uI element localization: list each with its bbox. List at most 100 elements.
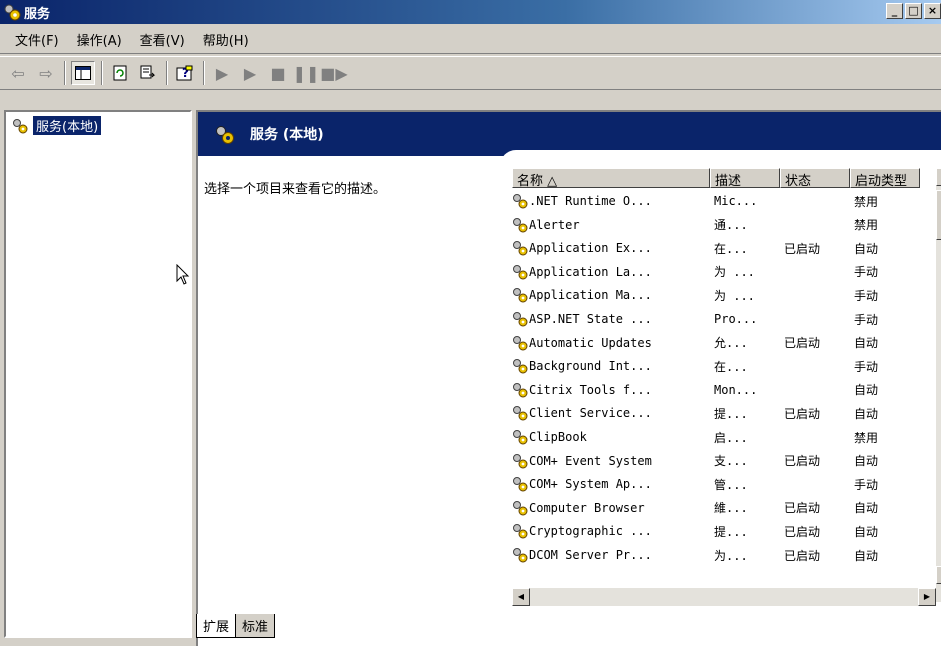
cell-startup-type: 自动: [854, 454, 879, 469]
service-name: Automatic Updates: [529, 335, 652, 350]
help-icon[interactable]: ?: [173, 61, 197, 85]
cell-name: Application La...: [512, 264, 710, 280]
table-row[interactable]: Client Service... 提... 已启动 自动: [512, 402, 910, 424]
table-row[interactable]: Background Int... 在... 手动: [512, 355, 910, 377]
show-tree-icon[interactable]: [71, 61, 95, 85]
column-header-status[interactable]: 状态: [780, 168, 850, 188]
cell-name: Computer Browser: [512, 500, 710, 516]
cell-description: 提...: [714, 524, 748, 539]
table-row[interactable]: Application Ex... 在... 已启动 自动: [512, 237, 910, 259]
cell-name: Cryptographic ...: [512, 523, 710, 539]
cell-description: 提...: [714, 406, 748, 421]
toolbar-separator: [166, 61, 168, 85]
menu-help[interactable]: 帮助(H): [194, 28, 258, 51]
stop-icon[interactable]: ■: [266, 61, 290, 85]
service-name: ClipBook: [529, 430, 587, 444]
cell-startup-type: 自动: [854, 501, 879, 516]
cell-status: 已启动: [784, 454, 821, 469]
cell-description: 为...: [714, 548, 748, 563]
table-row[interactable]: COM+ System Ap... 管... 手动: [512, 473, 910, 495]
services-list: 名称 △ 描述 状态 启动类型 .NET Runtime O... Mic... 禁…: [512, 168, 941, 618]
cell-name: .NET Runtime O...: [512, 193, 710, 209]
table-row[interactable]: ASP.NET State ... Pro... 手动: [512, 308, 910, 330]
maximize-button[interactable]: □: [905, 3, 922, 19]
scroll-right-button[interactable]: ▶: [918, 588, 936, 606]
view-tabs: 扩展 标准: [196, 614, 276, 638]
service-name: Application La...: [529, 264, 652, 279]
cell-description: 管...: [714, 477, 748, 492]
service-gear-icon: [513, 430, 528, 445]
service-gear-icon: [513, 500, 528, 516]
table-row[interactable]: .NET Runtime O... Mic... 禁用: [512, 190, 910, 212]
column-header-name[interactable]: 名称 △: [512, 168, 710, 188]
start-icon[interactable]: ▶: [210, 61, 234, 85]
menu-file[interactable]: 文件(F): [6, 28, 68, 51]
column-header-description[interactable]: 描述: [710, 168, 780, 188]
service-name: DCOM Server Pr...: [529, 548, 652, 562]
cell-description: 支...: [714, 454, 748, 469]
minimize-button[interactable]: _: [886, 3, 903, 19]
menu-view[interactable]: 查看(V): [131, 28, 194, 51]
cell-description: 在...: [714, 359, 748, 374]
window-title: 服务: [24, 7, 51, 22]
vertical-scrollbar[interactable]: ▲ ▼: [936, 168, 941, 602]
scroll-left-button[interactable]: ◀: [512, 588, 530, 606]
cell-description: 为 ...: [714, 288, 755, 303]
tab-standard[interactable]: 标准: [235, 614, 276, 638]
cell-status: 已启动: [784, 501, 821, 516]
close-button[interactable]: ×: [924, 3, 941, 19]
service-name: Citrix Tools f...: [529, 382, 652, 397]
back-icon[interactable]: ⇦: [6, 61, 30, 85]
menu-action[interactable]: 操作(A): [68, 28, 131, 51]
refresh-icon[interactable]: [108, 61, 132, 85]
table-row[interactable]: Computer Browser 維... 已启动 自动: [512, 497, 910, 519]
cell-name: Application Ma...: [512, 287, 710, 303]
cell-name: Application Ex...: [512, 240, 710, 256]
services-gear-icon: [13, 118, 28, 133]
cell-name: COM+ Event System: [512, 453, 710, 469]
service-gear-icon: [513, 241, 528, 256]
service-name: Cryptographic ...: [529, 524, 652, 539]
service-gear-icon: [513, 524, 528, 539]
cell-startup-type: 自动: [854, 548, 879, 563]
pause-icon[interactable]: ❚❚: [293, 61, 320, 85]
tree-pane[interactable]: 服务(本地): [4, 110, 192, 638]
cell-status: 已启动: [784, 241, 821, 256]
cell-status: 已启动: [784, 406, 821, 421]
horizontal-scrollbar[interactable]: ◀ ▶: [512, 588, 936, 606]
cell-description: 在...: [714, 241, 748, 256]
table-row[interactable]: ClipBook 启... 禁用: [512, 426, 910, 448]
scroll-thumb[interactable]: [936, 190, 941, 240]
cell-startup-type: 禁用: [854, 194, 879, 209]
column-header-startup-type[interactable]: 启动类型: [850, 168, 920, 188]
service-gear-icon: [513, 194, 528, 209]
tab-extended[interactable]: 扩展: [196, 614, 237, 638]
table-row[interactable]: Application La... 为 ... 手动: [512, 261, 910, 283]
cell-startup-type: 手动: [854, 477, 879, 492]
table-row[interactable]: COM+ Event System 支... 已启动 自动: [512, 450, 910, 472]
tree-item-services-local[interactable]: 服务(本地): [12, 116, 102, 135]
forward-icon[interactable]: ⇨: [34, 61, 58, 85]
cell-startup-type: 自动: [854, 524, 879, 539]
cell-startup-type: 手动: [854, 265, 879, 280]
export-list-icon[interactable]: [136, 61, 160, 85]
table-row[interactable]: Alerter 通... 禁用: [512, 214, 910, 236]
scroll-up-button[interactable]: ▲: [936, 168, 941, 186]
table-row[interactable]: DCOM Server Pr... 为... 已启动 自动: [512, 544, 910, 566]
cell-status: 已启动: [784, 548, 821, 563]
service-gear-icon: [513, 548, 528, 563]
cell-startup-type: 自动: [854, 241, 879, 256]
service-gear-icon: [513, 359, 528, 374]
cell-name: DCOM Server Pr...: [512, 547, 710, 563]
cell-startup-type: 禁用: [854, 430, 879, 445]
table-row[interactable]: Automatic Updates 允... 已启动 自动: [512, 332, 910, 354]
table-row[interactable]: Cryptographic ... 提... 已启动 自动: [512, 520, 910, 542]
service-gear-icon: [513, 312, 528, 327]
service-name: COM+ Event System: [529, 453, 652, 468]
restart-icon[interactable]: ■▶: [320, 61, 347, 85]
table-row[interactable]: Citrix Tools f... Mon... 自动: [512, 379, 910, 401]
description-text: 选择一个项目来查看它的描述。: [204, 182, 387, 197]
table-row[interactable]: Application Ma... 为 ... 手动: [512, 284, 910, 306]
start-alt-icon[interactable]: ▶: [238, 61, 262, 85]
scroll-down-button[interactable]: ▼: [936, 566, 941, 584]
